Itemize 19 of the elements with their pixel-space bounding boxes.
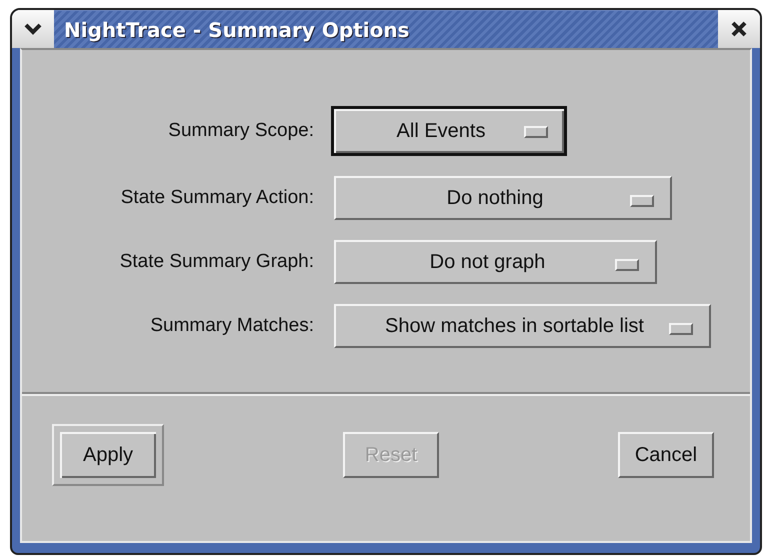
field-label: State Summary Action: [120, 187, 314, 209]
dialog-button[interactable]: Cancel [618, 432, 714, 478]
close-icon [731, 21, 747, 37]
option-indicator-icon [524, 126, 548, 138]
option-menu-button[interactable]: Show matches in sortable list [334, 304, 711, 348]
field-label: State Summary Graph: [118, 251, 314, 273]
window-title: NightTrace - Summary Options [64, 18, 410, 42]
field-label: Summary Matches: [149, 315, 314, 337]
chevron-down-icon [24, 23, 42, 35]
option-indicator-icon [669, 323, 693, 335]
option-menu-button[interactable]: Do nothing [334, 176, 672, 220]
option-menu-button[interactable]: All Events [331, 106, 567, 156]
window-menu-button[interactable] [12, 10, 54, 48]
close-button[interactable] [718, 10, 760, 48]
dialog-button[interactable]: Apply [52, 424, 164, 486]
option-menu-button[interactable]: Do not graph [334, 240, 657, 284]
field-label: Summary Scope: [167, 120, 314, 142]
option-indicator-icon [630, 195, 654, 207]
option-indicator-icon [615, 259, 639, 271]
